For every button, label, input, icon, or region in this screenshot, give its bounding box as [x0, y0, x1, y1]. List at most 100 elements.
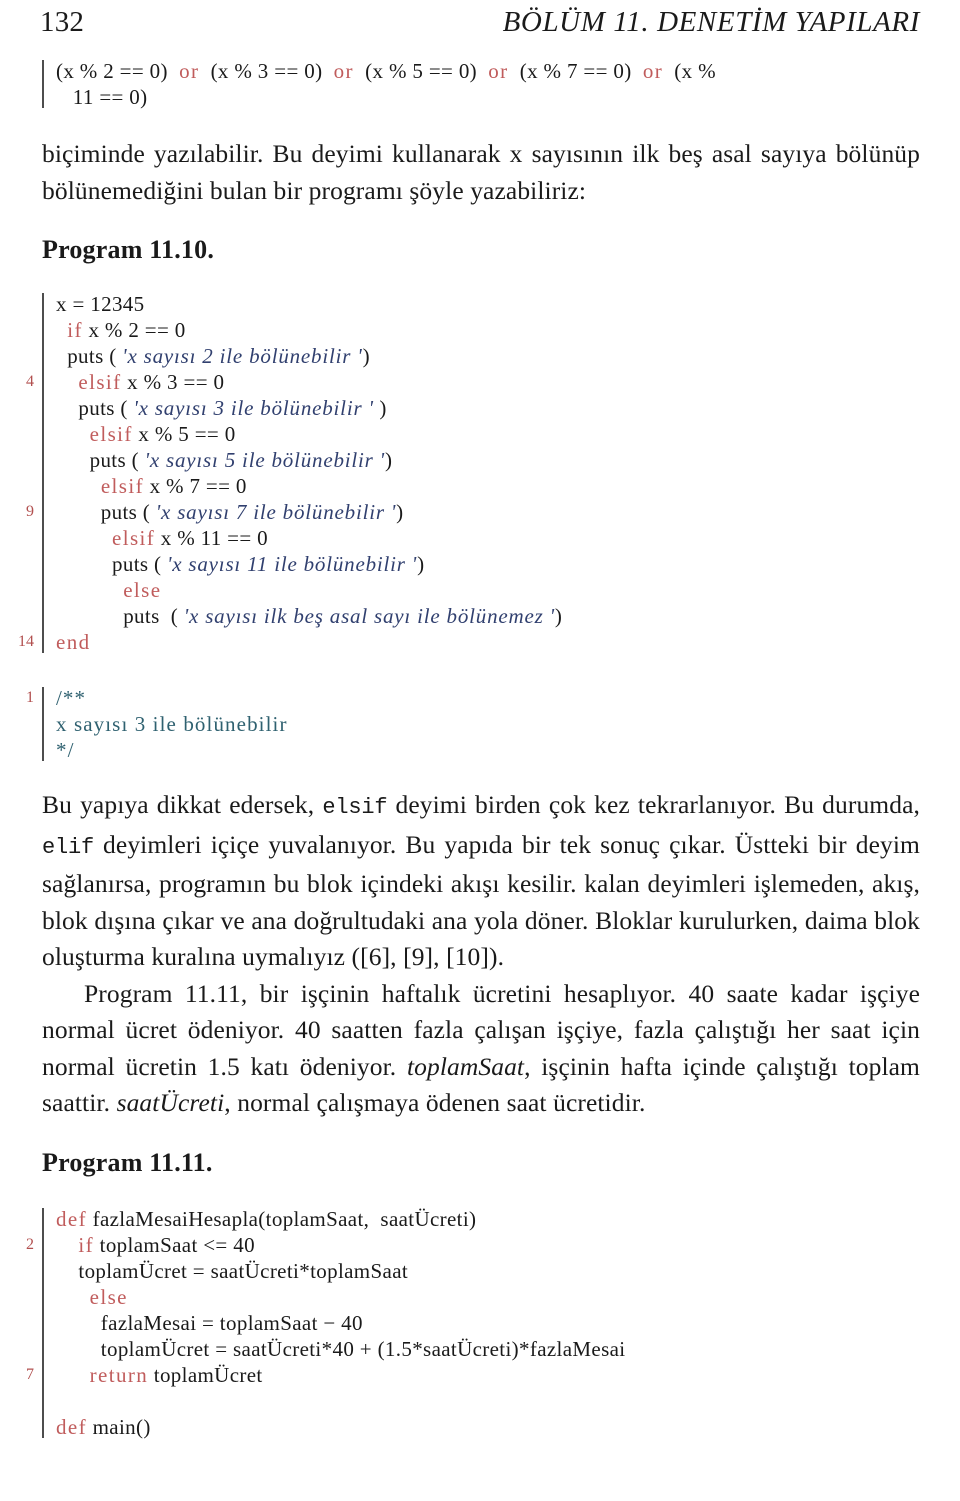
code-token-pln: puts ( [56, 500, 156, 524]
code-line: fazlaMesai = toplamSaat − 40 [42, 1310, 960, 1336]
elsif-paragraph-prefix: Bu yapıya dikkat edersek, [42, 790, 323, 819]
intro-paragraph: biçiminde yazılabilir. Bu deyimi kullana… [42, 139, 920, 205]
code-line: (x % 2 == 0) or (x % 3 == 0) or (x % 5 =… [42, 58, 960, 84]
program-caption-1111: Program 11.11. [42, 1147, 213, 1177]
code-line: else [42, 577, 960, 603]
line-number: 2 [26, 1235, 34, 1253]
ucret-paragraph-part3: , normal çalışmaya ödenen saat ücretidir… [224, 1088, 646, 1117]
code-token-str: 'x sayısı 3 ile bölünebilir ' [133, 396, 374, 420]
elsif-paragraph-mid1: deyimi birden çok kez tekrarlanıyor. Bu … [387, 790, 920, 819]
code-token-pln: fazlaMesaiHesapla(toplamSaat, saatÜcreti… [87, 1206, 477, 1231]
code-token-pln: toplamÜcret = saatÜcreti*toplamSaat [56, 1258, 409, 1283]
code-token-pln [56, 474, 101, 498]
code-listing-1110: x = 12345 if x % 2 == 0 puts ( 'x sayısı… [0, 291, 960, 655]
running-title: BÖLÜM 11. DENETİM YAPILARI [502, 6, 920, 38]
code-listing-1111: def fazlaMesaiHesapla(toplamSaat, saatÜc… [0, 1206, 960, 1440]
code-line: x sayısı 3 ile bölünebilir [42, 711, 960, 737]
code-token-kw: end [56, 630, 91, 654]
code-token-pln: x % 11 == 0 [155, 526, 269, 550]
code-token-pln: ) [384, 448, 393, 472]
page-number: 132 [40, 6, 85, 38]
code-token-pln: x % 3 == 0 [121, 370, 225, 394]
code-line [42, 1388, 960, 1414]
line-number: 1 [26, 689, 34, 706]
code-line: 2 if toplamSaat <= 40 [26, 1232, 960, 1258]
code-token-pln: (x % 3 == 0) [199, 59, 334, 83]
code-token-kw: or [642, 59, 664, 83]
code-token-kw: elsif [112, 526, 156, 550]
code-token-pln: ) [362, 344, 370, 368]
code-token-pln: ) [554, 604, 563, 628]
code-token-pln [56, 1233, 78, 1257]
code-line: 14 end [18, 629, 960, 655]
code-line: toplamÜcret = saatÜcreti*toplamSaat [42, 1258, 960, 1284]
inline-code-elif: elif [42, 834, 95, 860]
code-token-pln: (x % 5 == 0) [353, 59, 489, 83]
code-token-kw: if [78, 1232, 95, 1257]
code-token-pln [56, 1285, 90, 1309]
code-line: elsif x % 11 == 0 [42, 525, 960, 551]
page-header: 132 BÖLÜM 11. DENETİM YAPILARI [0, 0, 960, 46]
listing-lines: x = 12345 if x % 2 == 0 puts ( 'x sayısı… [18, 291, 960, 655]
line-number: 4 [26, 373, 34, 390]
code-token-pln: (x % 2 == 0) [56, 59, 180, 83]
code-token-pln: x = 12345 [56, 292, 145, 316]
code-line: def main() [42, 1414, 960, 1440]
code-token-pln: toplamÜcret = saatÜcreti*40 + (1.5*saatÜ… [56, 1336, 626, 1361]
code-token-kw: return [89, 1362, 149, 1387]
code-token-kw: elsif [78, 370, 122, 394]
code-token-kw: if [67, 318, 83, 342]
code-token-pln [56, 1389, 62, 1413]
term-toplamsaat: toplamSaat [406, 1051, 525, 1081]
caption-block-1111: Program 11.11. [0, 1148, 960, 1178]
listing-lines: 1 /** x sayısı 3 ile bölünebilir */ [26, 685, 960, 763]
code-token-pln [56, 422, 90, 446]
ucret-paragraph-block: Program 11.11, bir işçinin haftalık ücre… [0, 976, 960, 1122]
code-line: puts ( 'x sayısı 3 ile bölünebilir ' ) [42, 395, 960, 421]
program-caption-1110: Program 11.10. [42, 235, 215, 264]
code-token-pln [56, 578, 123, 602]
code-line: def fazlaMesaiHesapla(toplamSaat, saatÜc… [42, 1206, 960, 1232]
code-token-kw: def [56, 1206, 88, 1231]
code-token-pln: (x % 7 == 0) [508, 59, 643, 83]
code-token-kw: else [123, 578, 162, 602]
inline-code-elsif: elsif [322, 795, 388, 820]
code-token-pln: 11 == 0) [56, 85, 148, 109]
elsif-paragraph-block: Bu yapıya dikkat edersek, elsif deyimi b… [0, 787, 960, 976]
code-line: toplamÜcret = saatÜcreti*40 + (1.5*saatÜ… [42, 1336, 960, 1362]
caption-block-1110: Program 11.10. [0, 235, 960, 265]
line-number: 9 [26, 503, 34, 520]
listing-lines: def fazlaMesaiHesapla(toplamSaat, saatÜc… [26, 1206, 960, 1440]
code-token-pln: x % 5 == 0 [132, 422, 236, 446]
code-line: 7 return toplamÜcret [26, 1362, 960, 1388]
code-token-kw: or [179, 59, 200, 83]
code-token-pln: toplamSaat <= 40 [94, 1232, 255, 1257]
code-token-cmt: x sayısı 3 ile bölünebilir [56, 712, 288, 736]
code-line: else [42, 1284, 960, 1310]
code-line: 1 /** [26, 685, 960, 711]
term-saatucreti: saatÜcreti [116, 1088, 225, 1117]
code-line: */ [42, 737, 960, 763]
line-number: 7 [26, 1365, 34, 1383]
code-line: puts ( 'x sayısı 2 ile bölünebilir ') [42, 343, 960, 369]
code-token-pln: puts ( [56, 604, 184, 628]
code-token-kw: else [89, 1284, 128, 1309]
ucret-paragraph: Program 11.11, bir işçinin haftalık ücre… [42, 976, 920, 1122]
code-line: 9 puts ( 'x sayısı 7 ile bölünebilir ') [26, 499, 960, 525]
code-line: puts ( 'x sayısı 11 ile bölünebilir ') [42, 551, 960, 577]
code-line: elsif x % 7 == 0 [42, 473, 960, 499]
code-token-pln: puts ( [56, 448, 145, 472]
code-token-pln [56, 318, 67, 342]
code-token-str: 'x sayısı 11 ile bölünebilir ' [166, 552, 418, 576]
code-token-pln [56, 1363, 90, 1387]
code-token-cmt: /** [56, 686, 87, 710]
code-listing-comment: 1 /** x sayısı 3 ile bölünebilir */ [0, 685, 960, 763]
listing-lines: (x % 2 == 0) or (x % 3 == 0) or (x % 5 =… [42, 58, 960, 110]
code-line: if x % 2 == 0 [42, 317, 960, 343]
code-token-cmt: */ [56, 738, 75, 762]
elsif-paragraph: Bu yapıya dikkat edersek, elsif deyimi b… [42, 787, 920, 976]
code-line: 4 elsif x % 3 == 0 [26, 369, 960, 395]
code-token-pln: x % 7 == 0 [143, 474, 247, 498]
code-token-kw: def [56, 1414, 88, 1439]
code-token-pln: puts ( [56, 552, 167, 576]
